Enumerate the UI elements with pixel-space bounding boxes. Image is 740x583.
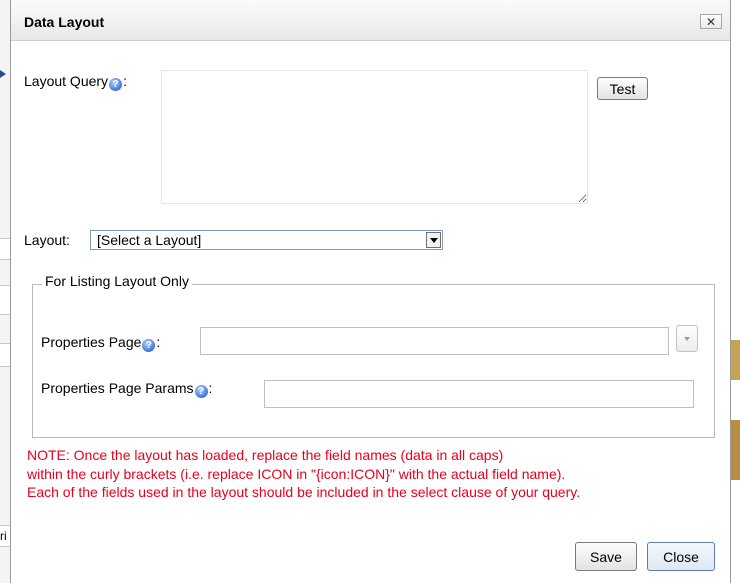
save-button[interactable]: Save <box>575 542 637 571</box>
background-arrow-icon <box>0 70 6 78</box>
properties-page-params-input[interactable] <box>264 380 694 408</box>
note-line: Each of the fields used in the layout sh… <box>27 484 581 500</box>
background-fragment-text: ri <box>0 529 7 543</box>
properties-page-help-icon[interactable]: ? <box>142 339 156 352</box>
layout-query-label-text: Layout Query <box>24 73 109 89</box>
properties-page-input[interactable] <box>200 327 669 355</box>
layout-query-help-icon[interactable]: ? <box>109 78 123 91</box>
close-button[interactable]: Close <box>647 542 715 571</box>
listing-layout-fieldset <box>32 284 715 438</box>
properties-page-params-label: Properties Page Params?: <box>41 380 212 398</box>
layout-label: Layout: <box>24 232 70 248</box>
layout-query-colon: : <box>123 73 127 89</box>
layout-note: NOTE: Once the layout has loaded, replac… <box>27 446 727 502</box>
dialog-title: Data Layout <box>24 14 105 30</box>
layout-query-label: Layout Query?: <box>24 73 127 91</box>
background-fragment: ri <box>0 525 10 547</box>
data-layout-dialog: Data Layout ✕ Layout Query?: Test Layout… <box>10 0 731 583</box>
properties-page-dropdown-button[interactable] <box>676 325 698 352</box>
properties-page-colon: : <box>156 334 161 350</box>
properties-page-params-label-text: Properties Page Params <box>41 380 194 396</box>
dialog-close-icon[interactable]: ✕ <box>700 14 722 29</box>
note-line: within the curly brackets (i.e. replace … <box>27 465 566 482</box>
background-image-fragment <box>731 420 740 480</box>
layout-select[interactable]: [Select a Layout] <box>90 230 443 250</box>
layout-select-value: [Select a Layout] <box>97 232 202 248</box>
dialog-titlebar[interactable]: Data Layout ✕ <box>11 0 730 41</box>
listing-layout-legend: For Listing Layout Only <box>42 273 192 289</box>
background-strip <box>0 285 10 315</box>
test-button[interactable]: Test <box>597 77 648 100</box>
note-line: NOTE: Once the layout has loaded, replac… <box>27 447 504 463</box>
background-strip <box>0 238 10 260</box>
properties-page-label-text: Properties Page <box>41 334 142 350</box>
chevron-down-icon[interactable] <box>426 232 441 248</box>
properties-page-label: Properties Page?: <box>41 334 160 352</box>
background-strip <box>0 343 10 367</box>
layout-query-textarea[interactable] <box>161 70 588 204</box>
properties-page-params-help-icon[interactable]: ? <box>194 385 208 398</box>
properties-page-params-colon: : <box>208 380 213 396</box>
background-image-fragment <box>731 340 740 380</box>
